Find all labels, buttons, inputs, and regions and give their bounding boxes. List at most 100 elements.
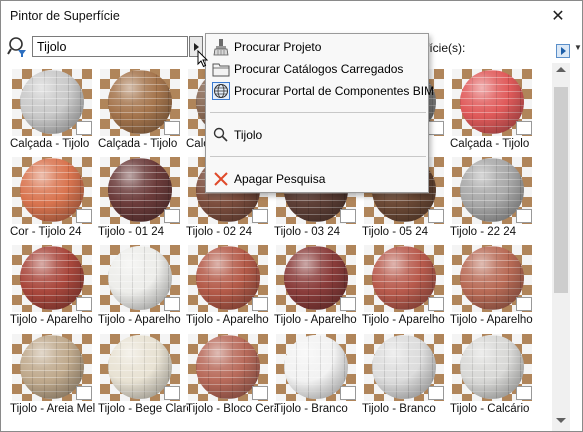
menu-item-label: Procurar Projeto (234, 40, 322, 54)
material-thumbnail (452, 245, 532, 312)
material-badge-icon (516, 386, 532, 400)
material-tile[interactable]: Tijolo - 22 24 (450, 157, 534, 243)
material-badge-icon (76, 386, 92, 400)
material-tile[interactable]: Calçada - Tijolo (450, 69, 534, 155)
material-label: Tijolo - Branco (274, 403, 348, 415)
material-tile[interactable]: Tijolo - 01 24 (98, 157, 182, 243)
scrollbar-thumb[interactable] (554, 87, 568, 293)
material-badge-icon (516, 297, 532, 311)
close-icon[interactable]: ✕ (548, 6, 568, 26)
material-sphere-preview (460, 335, 524, 399)
material-tile[interactable]: Tijolo - Calcário (450, 334, 534, 420)
mouse-cursor-icon (197, 50, 209, 68)
material-badge-icon (164, 386, 180, 400)
material-tile[interactable]: Tijolo - Areia Mel (10, 334, 95, 420)
material-label: Tijolo - Aparelho (10, 314, 93, 326)
material-thumbnail (452, 69, 532, 136)
material-label: Tijolo - Aparelho (362, 314, 445, 326)
material-badge-icon (428, 209, 444, 223)
material-badge-icon (516, 209, 532, 223)
material-label: Calçada - Tijolo (450, 138, 530, 150)
material-tile[interactable]: Tijolo - Bloco Cerâmico (186, 334, 276, 420)
folder-icon (212, 60, 230, 78)
material-tile[interactable]: Tijolo - Aparelho (362, 245, 446, 331)
material-badge-icon (164, 209, 180, 223)
expand-panel-button[interactable] (556, 44, 570, 58)
menu-separator (210, 112, 426, 113)
menu-item-recent-search[interactable]: Tijolo (208, 124, 426, 146)
menu-item-label: Tijolo (234, 128, 263, 142)
material-sphere-preview (108, 246, 172, 310)
material-badge-icon (252, 386, 268, 400)
material-tile[interactable]: Tijolo - Aparelho (186, 245, 270, 331)
vertical-scrollbar[interactable] (552, 63, 570, 431)
menu-item-search-bim-portal[interactable]: Procurar Portal de Componentes BIM (208, 80, 434, 102)
material-tile[interactable]: Tijolo - Aparelho (10, 245, 94, 331)
material-thumbnail (276, 334, 356, 401)
menu-item-search-loaded-catalogs[interactable]: Procurar Catálogos Carregados (208, 58, 426, 80)
material-sphere-preview (372, 246, 436, 310)
material-label: Tijolo - Aparelho (98, 314, 181, 326)
material-badge-icon (252, 209, 268, 223)
material-label: Tijolo - Aparelho (274, 314, 357, 326)
material-thumbnail (452, 334, 532, 401)
material-sphere-preview (108, 335, 172, 399)
material-label: Tijolo - Branco (362, 403, 436, 415)
material-label: Cor - Tijolo 24 (10, 226, 82, 238)
globe-icon (212, 82, 230, 100)
material-badge-icon (164, 297, 180, 311)
material-badge-icon (340, 297, 356, 311)
material-thumbnail (452, 157, 532, 224)
material-thumbnail (12, 334, 92, 401)
title-bar: Pintor de Superfície ✕ (1, 1, 582, 32)
material-badge-icon (428, 386, 444, 400)
material-sphere-preview (20, 158, 84, 222)
material-label: Calçada - Tijolo (98, 138, 178, 150)
material-tile[interactable]: Calçada - Tijolo (10, 69, 94, 155)
material-label: Tijolo - 01 24 (98, 226, 165, 238)
menu-item-search-project[interactable]: Procurar Projeto (208, 36, 426, 58)
material-label: Tijolo - Calcário (450, 403, 530, 415)
menu-item-label: Procurar Catálogos Carregados (234, 62, 404, 76)
material-thumbnail (100, 157, 180, 224)
material-badge-icon (76, 209, 92, 223)
search-filter-icon[interactable] (7, 36, 29, 58)
scroll-down-arrow-icon[interactable] (556, 418, 566, 423)
material-sphere-preview (196, 246, 260, 310)
material-badge-icon (252, 297, 268, 311)
material-label: Tijolo - 02 24 (186, 226, 253, 238)
material-tile[interactable]: Tijolo - Aparelho (274, 245, 358, 331)
material-tile[interactable]: Calçada - Tijolo (98, 69, 182, 155)
material-label: Tijolo - 03 24 (274, 226, 341, 238)
material-tile[interactable]: Tijolo - Aparelho (450, 245, 534, 331)
material-thumbnail (12, 157, 92, 224)
menu-item-label: Apagar Pesquisa (234, 172, 326, 186)
material-sphere-preview (108, 70, 172, 134)
material-sphere-preview (20, 335, 84, 399)
material-thumbnail (100, 69, 180, 136)
material-label: Calçada - Tijolo (10, 138, 90, 150)
material-thumbnail (188, 334, 268, 401)
material-label: Tijolo - 05 24 (362, 226, 429, 238)
material-sphere-preview (20, 70, 84, 134)
panel-menu-chevron-icon[interactable]: ▼ (574, 43, 582, 52)
scroll-up-arrow-icon[interactable] (556, 67, 566, 72)
search-input[interactable] (32, 36, 188, 57)
material-tile[interactable]: Tijolo - Aparelho (98, 245, 182, 331)
material-badge-icon (76, 297, 92, 311)
material-label: Tijolo - Aparelho (450, 314, 533, 326)
material-tile[interactable]: Cor - Tijolo 24 (10, 157, 94, 243)
material-label: Tijolo - Aparelho (186, 314, 269, 326)
material-tile[interactable]: Tijolo - Branco (274, 334, 358, 420)
material-badge-icon (516, 121, 532, 135)
material-sphere-preview (460, 158, 524, 222)
material-label: Tijolo - Bege Claro (98, 403, 188, 415)
material-thumbnail (12, 69, 92, 136)
material-tile[interactable]: Tijolo - Bege Claro (98, 334, 188, 420)
material-tile[interactable]: Tijolo - Branco (362, 334, 446, 420)
material-badge-icon (340, 209, 356, 223)
window-title: Pintor de Superfície (10, 9, 120, 23)
material-label: Tijolo - Bloco Cerâmico (186, 403, 276, 415)
menu-item-clear-search[interactable]: Apagar Pesquisa (208, 168, 426, 190)
menu-separator (210, 156, 426, 157)
